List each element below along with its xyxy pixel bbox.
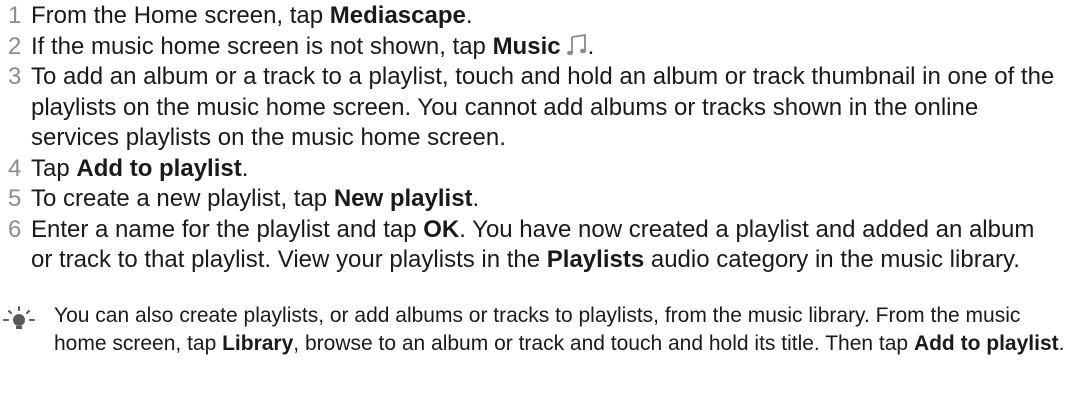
step-item: 3 To add an album or a track to a playlis… (0, 62, 1060, 154)
step-text: . (472, 185, 480, 212)
ui-term: Music (492, 32, 561, 60)
step-text: Enter a name for the playlist and tap (31, 215, 424, 243)
step-text: If the music home screen is not shown, t… (31, 32, 493, 60)
ui-term: New playlist (333, 185, 473, 212)
ui-term: Add to playlist (913, 332, 1059, 355)
step-item: 5 To create a new playlist, tap New playl… (0, 184, 1060, 215)
step-item: 4 Tap Add to playlist. (0, 154, 1060, 185)
lightbulb-tip-icon (3, 306, 35, 329)
step-text: From the Home screen, tap (31, 2, 330, 29)
step-number: 4 (8, 154, 22, 182)
step-text: , browse to an album or track and touch … (293, 332, 914, 355)
step-text: To add an album or a track to a playlist… (31, 63, 1055, 151)
step-item: 1 From the Home screen, tap Mediascape. (0, 1, 1060, 32)
step-number: 5 (8, 185, 22, 212)
step-number: 1 (8, 2, 22, 29)
ui-term: Mediascape (329, 2, 466, 29)
ui-term: OK (423, 215, 460, 243)
music-note-icon (566, 33, 586, 55)
tip-text: You can also create playlists, or add al… (0, 302, 1073, 358)
step-text: . (1058, 332, 1065, 355)
step-item: 2 If the music home screen is not shown, … (0, 32, 1060, 63)
instruction-page: 1 From the Home screen, tap Mediascape. 2 I… (0, 0, 1073, 407)
step-text: Tap (31, 154, 77, 182)
step-number: 3 (8, 63, 22, 90)
step-text: audio category in the music library. (644, 246, 1020, 273)
step-text: . (587, 32, 595, 60)
ui-term: Library (222, 332, 294, 355)
ui-term: Playlists (546, 246, 645, 273)
step-number: 2 (8, 32, 22, 60)
step-text: To create a new playlist, tap (31, 185, 334, 212)
step-text: . (465, 2, 473, 29)
ui-term: Add to playlist (76, 154, 242, 182)
step-item: 6 Enter a name for the playlist and tap O… (0, 215, 1060, 276)
step-number: 6 (8, 215, 22, 243)
step-text: . (241, 154, 249, 182)
tip-note: You can also create playlists, or add al… (0, 302, 1073, 358)
steps-list: 1 From the Home screen, tap Mediascape. 2 I… (0, 1, 1060, 276)
